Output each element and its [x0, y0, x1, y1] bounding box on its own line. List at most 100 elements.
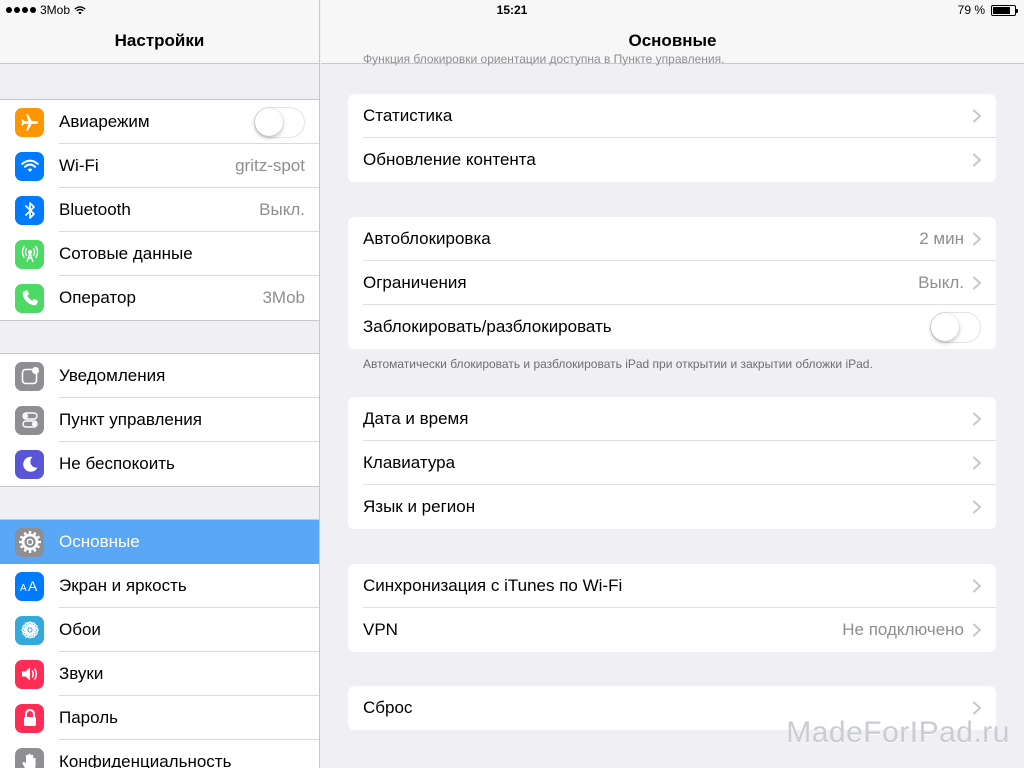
- settings-row-язык-и-регион[interactable]: Язык и регион: [348, 485, 996, 529]
- control-center-icon: [15, 405, 44, 435]
- sidebar-item-display-brightness[interactable]: A A Экран и яркость: [0, 564, 319, 608]
- chevron-right-icon: [973, 276, 981, 290]
- settings-row-label: Автоблокировка: [363, 229, 491, 248]
- main-title: Основные: [628, 31, 717, 50]
- settings-card: Дата и время Клавиатура Язык и регион: [348, 397, 996, 529]
- settings-row-автоблокировка[interactable]: Автоблокировка 2 мин: [348, 217, 996, 261]
- wallpaper-icon: [15, 615, 44, 645]
- sidebar-group: Основные A A Экран и яркость Обои Звуки Пароль…: [0, 519, 319, 768]
- settings-row-label: Клавиатура: [363, 453, 456, 472]
- sidebar-item-gear[interactable]: Основные: [0, 520, 319, 564]
- svg-text:A: A: [20, 583, 27, 594]
- chevron-right-icon: [973, 412, 981, 426]
- chevron-right-icon: [973, 579, 981, 593]
- notifications-icon: [15, 361, 44, 391]
- settings-row-value: Выкл.: [918, 273, 964, 292]
- lock-icon: [15, 703, 44, 733]
- airplane-icon: [15, 107, 44, 137]
- orientation-lock-note: Функция блокировки ориентации доступна в…: [363, 52, 725, 66]
- settings-row-vpn[interactable]: VPN Не подключено: [348, 608, 996, 652]
- settings-row-label: Обновление контента: [363, 150, 536, 169]
- sidebar-item-label: Уведомления: [59, 366, 166, 385]
- sidebar-item-airplane[interactable]: Авиарежим: [0, 100, 319, 144]
- settings-row-обновление-контента[interactable]: Обновление контента: [348, 138, 996, 182]
- chevron-right-icon: [973, 456, 981, 470]
- chevron-right-icon: [973, 623, 981, 637]
- settings-row-label: Заблокировать/разблокировать: [363, 317, 612, 336]
- status-bar: 3Mob 15:21 79 %: [0, 0, 1024, 20]
- sidebar-item-label: Авиарежим: [59, 112, 150, 131]
- settings-row-label: VPN: [363, 620, 398, 639]
- sidebar-item-label: Оператор: [59, 288, 136, 307]
- battery-percent: 79 %: [957, 3, 985, 17]
- sidebar-item-phone[interactable]: Оператор 3Mob: [0, 276, 319, 320]
- lock-unlock-toggle[interactable]: [930, 311, 981, 343]
- settings-row-label: Дата и время: [363, 409, 469, 428]
- status-time: 15:21: [496, 3, 528, 17]
- toggle-knob: [931, 312, 959, 341]
- settings-row-label: Язык и регион: [363, 497, 476, 516]
- bluetooth-icon: [15, 195, 44, 225]
- sounds-icon: [15, 659, 44, 689]
- sidebar-item-value: 3Mob: [262, 288, 305, 307]
- settings-card: Статистика Обновление контента: [348, 94, 996, 182]
- watermark: MadeForIPad.ru: [786, 716, 1010, 749]
- battery-level: [993, 6, 1010, 14]
- sidebar-item-value: gritz-spot: [235, 156, 305, 175]
- gear-icon: [15, 527, 44, 557]
- group-footnote: Автоматически блокировать и разблокирова…: [363, 357, 873, 371]
- sidebar-item-wallpaper[interactable]: Обои: [0, 608, 319, 652]
- settings-row-label: Ограничения: [363, 273, 467, 292]
- chevron-right-icon: [973, 153, 981, 167]
- sidebar-item-label: Пароль: [59, 708, 118, 727]
- settings-row-статистика[interactable]: Статистика: [348, 94, 996, 138]
- sidebar-item-label: Пункт управления: [59, 410, 202, 429]
- moon-icon: [15, 449, 44, 479]
- chevron-right-icon: [973, 109, 981, 123]
- chevron-right-icon: [973, 500, 981, 514]
- svg-text:A: A: [28, 578, 38, 594]
- phone-icon: [15, 283, 44, 313]
- settings-row-заблокировать-разблокировать[interactable]: Заблокировать/разблокировать: [348, 305, 996, 349]
- chevron-right-icon: [973, 232, 981, 246]
- settings-row-value: Не подключено: [842, 620, 964, 639]
- sidebar-item-value: Выкл.: [259, 200, 305, 219]
- hand-icon: [15, 747, 44, 768]
- chevron-right-icon: [973, 701, 981, 715]
- sidebar-item-sounds[interactable]: Звуки: [0, 652, 319, 696]
- sidebar-item-label: Обои: [59, 620, 101, 639]
- sidebar-item-cellular[interactable]: Сотовые данные: [0, 232, 319, 276]
- sidebar-item-notifications[interactable]: Уведомления: [0, 354, 319, 398]
- sidebar-item-label: Конфиденциальность: [59, 752, 232, 768]
- sidebar-item-label: Сотовые данные: [59, 244, 193, 263]
- settings-row-синхронизация-с-itunes-по-wi-fi[interactable]: Синхронизация с iTunes по Wi-Fi: [348, 564, 996, 608]
- sidebar-item-lock[interactable]: Пароль: [0, 696, 319, 740]
- sidebar-item-wifi[interactable]: Wi-Fi gritz-spot: [0, 144, 319, 188]
- settings-row-label: Статистика: [363, 106, 453, 125]
- sidebar-item-label: Bluetooth: [59, 200, 131, 219]
- settings-row-label: Синхронизация с iTunes по Wi-Fi: [363, 576, 623, 595]
- toggle-knob: [255, 107, 283, 136]
- settings-card: Синхронизация с iTunes по Wi-Fi VPN Не под…: [348, 564, 996, 652]
- settings-row-дата-и-время[interactable]: Дата и время: [348, 397, 996, 441]
- sidebar-item-bluetooth[interactable]: Bluetooth Выкл.: [0, 188, 319, 232]
- sidebar-item-label: Экран и яркость: [59, 576, 187, 595]
- settings-row-value: 2 мин: [919, 229, 964, 248]
- sidebar-item-control-center[interactable]: Пункт управления: [0, 398, 319, 442]
- settings-row-ограничения[interactable]: Ограничения Выкл.: [348, 261, 996, 305]
- sidebar-item-moon[interactable]: Не беспокоить: [0, 442, 319, 486]
- settings-card: Автоблокировка 2 мин Ограничения Выкл. Забло…: [348, 217, 996, 349]
- cellular-icon: [15, 239, 44, 269]
- sidebar-title: Настройки: [114, 31, 205, 50]
- sidebar-group: Авиарежим Wi-Fi gritz-spot Bluetooth Выкл. Со…: [0, 99, 319, 321]
- settings-row-клавиатура[interactable]: Клавиатура: [348, 441, 996, 485]
- settings-sidebar: Настройки Авиарежим Wi-Fi gritz-spot Blueto…: [0, 0, 320, 768]
- settings-row-label: Сброс: [363, 698, 413, 717]
- wifi-icon: [15, 151, 44, 181]
- status-right: 79 %: [957, 3, 1018, 17]
- airplane-mode-toggle[interactable]: [254, 106, 305, 138]
- display-brightness-icon: AA: [15, 571, 44, 601]
- sidebar-item-hand[interactable]: Конфиденциальность: [0, 740, 319, 768]
- sidebar-item-label: Wi-Fi: [59, 156, 99, 175]
- general-settings-panel: Основные Функция блокировки ориентации д…: [321, 0, 1024, 768]
